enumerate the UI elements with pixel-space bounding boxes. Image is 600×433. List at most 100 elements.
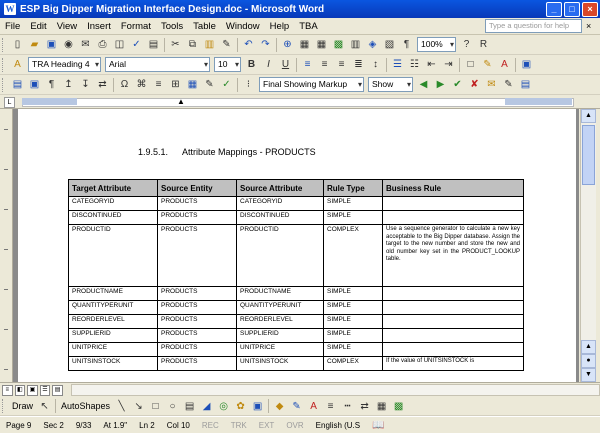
line-icon[interactable]: ╲: [114, 399, 129, 414]
cell-source-entity[interactable]: PRODUCTS: [157, 286, 237, 301]
copy-icon[interactable]: ⧉: [185, 37, 200, 52]
new-icon[interactable]: ▯: [10, 37, 25, 52]
read-icon[interactable]: R: [476, 37, 491, 52]
drawing-font-color-icon[interactable]: A: [306, 399, 321, 414]
cell-source-attribute[interactable]: QUANTITYPERUNIT: [236, 300, 324, 315]
outline-view-icon[interactable]: ☰: [39, 384, 51, 396]
vertical-scrollbar[interactable]: ▲ ▲ ● ▼: [580, 109, 596, 382]
reject-change-icon[interactable]: ✘: [467, 77, 482, 92]
word-app-icon[interactable]: W: [4, 3, 16, 15]
cell-rule-type[interactable]: SIMPLE: [323, 342, 383, 357]
cell-source-attribute[interactable]: UNITSINSTOCK: [236, 356, 324, 371]
scroll-up-icon[interactable]: ▲: [581, 109, 596, 123]
tables-borders-icon[interactable]: ▦: [297, 37, 312, 52]
outside-border-icon[interactable]: □: [463, 57, 478, 72]
cell-source-entity[interactable]: PRODUCTS: [157, 196, 237, 211]
cell-rule-type[interactable]: SIMPLE: [323, 314, 383, 329]
status-language[interactable]: English (U.S: [310, 421, 366, 430]
accept-check-icon[interactable]: ✓: [219, 77, 234, 92]
menu-table[interactable]: Table: [188, 21, 221, 32]
insert-comment-icon[interactable]: ✉: [484, 77, 499, 92]
arrow-style-icon[interactable]: ⇄: [357, 399, 372, 414]
cell-rule-type[interactable]: COMPLEX: [323, 224, 383, 287]
3d-style-icon[interactable]: ▩: [391, 399, 406, 414]
oval-icon[interactable]: ○: [165, 399, 180, 414]
line-color-icon[interactable]: ✎: [289, 399, 304, 414]
menu-help[interactable]: Help: [265, 21, 295, 32]
cell-target-attribute[interactable]: UNITPRICE: [68, 342, 158, 357]
cell-source-attribute[interactable]: DISCONTINUED: [236, 210, 324, 225]
cell-target-attribute[interactable]: UNITSINSTOCK: [68, 356, 158, 371]
cell-rule-type[interactable]: SIMPLE: [323, 286, 383, 301]
cell-target-attribute[interactable]: REORDERLEVEL: [68, 314, 158, 329]
font-size-combo[interactable]: 10: [214, 57, 241, 72]
cell-source-attribute[interactable]: UNITPRICE: [236, 342, 324, 357]
insert-table-icon[interactable]: ▦: [314, 37, 329, 52]
cell-source-entity[interactable]: PRODUCTS: [157, 314, 237, 329]
styles-icon[interactable]: A: [10, 57, 25, 72]
track-changes-icon[interactable]: ✎: [501, 77, 516, 92]
cell-source-entity[interactable]: PRODUCTS: [157, 300, 237, 315]
redo-icon[interactable]: ↷: [258, 37, 273, 52]
paste-icon[interactable]: ▥: [202, 37, 217, 52]
email-icon[interactable]: ✉: [78, 37, 93, 52]
show-menu[interactable]: Show: [368, 77, 413, 92]
table-icon[interactable]: ⊞: [168, 77, 183, 92]
next-change-icon[interactable]: ▶: [433, 77, 448, 92]
document-map-icon[interactable]: ▧: [382, 37, 397, 52]
rectangle-icon[interactable]: □: [148, 399, 163, 414]
menu-tools[interactable]: Tools: [156, 21, 188, 32]
toolbar-options-icon[interactable]: ▣: [519, 57, 534, 72]
highlight-icon[interactable]: ✎: [480, 57, 495, 72]
font-combo[interactable]: Arial: [105, 57, 210, 72]
status-trk[interactable]: TRK: [225, 421, 253, 430]
cell-source-attribute[interactable]: PRODUCTID: [236, 224, 324, 287]
maximize-button[interactable]: □: [564, 1, 580, 17]
toolbar-grip[interactable]: [2, 399, 6, 413]
markup-icon[interactable]: ▤: [10, 77, 25, 92]
zoom-combo[interactable]: 100%: [417, 37, 456, 52]
status-section[interactable]: Sec 2: [37, 421, 69, 430]
track-insert-icon[interactable]: ↥: [61, 77, 76, 92]
cell-rule-type[interactable]: SIMPLE: [323, 328, 383, 343]
status-ext[interactable]: EXT: [253, 421, 281, 430]
status-column[interactable]: Col 10: [161, 421, 196, 430]
text-box-icon[interactable]: ▤: [182, 399, 197, 414]
menu-view[interactable]: View: [52, 21, 82, 32]
arrow-icon[interactable]: ↘: [131, 399, 146, 414]
cell-business-rule[interactable]: [382, 328, 524, 343]
cell-source-attribute[interactable]: REORDERLEVEL: [236, 314, 324, 329]
research-icon[interactable]: ▤: [146, 37, 161, 52]
autoshapes-menu-button[interactable]: AutoShapes: [61, 401, 110, 411]
align-center-icon[interactable]: ≡: [317, 57, 332, 72]
align-left-icon[interactable]: ≡: [300, 57, 315, 72]
cell-business-rule[interactable]: [382, 196, 524, 211]
horizontal-scrollbar[interactable]: [70, 384, 600, 396]
bold-button[interactable]: B: [244, 57, 259, 72]
underline-button[interactable]: U: [278, 57, 293, 72]
cell-target-attribute[interactable]: PRODUCTNAME: [68, 286, 158, 301]
cell-source-entity[interactable]: PRODUCTS: [157, 356, 237, 371]
accept-change-icon[interactable]: ✔: [450, 77, 465, 92]
cell-source-entity[interactable]: PRODUCTS: [157, 224, 237, 287]
field-icon[interactable]: ⌘: [134, 77, 149, 92]
web-layout-icon[interactable]: ◧: [14, 384, 26, 396]
dash-style-icon[interactable]: ┅: [340, 399, 355, 414]
shadow-icon[interactable]: ▦: [374, 399, 389, 414]
menu-tba[interactable]: TBA: [294, 21, 322, 32]
toolbar-grip[interactable]: [2, 57, 6, 72]
close-document-button[interactable]: ×: [586, 21, 596, 31]
help-icon[interactable]: ?: [459, 37, 474, 52]
numbering-icon[interactable]: ☰: [390, 57, 405, 72]
next-page-icon[interactable]: ▼: [581, 368, 596, 382]
document-page[interactable]: 1.9.5.1. Attribute Mappings - PRODUCTS Ta…: [18, 109, 576, 382]
cell-source-entity[interactable]: PRODUCTS: [157, 210, 237, 225]
cell-source-attribute[interactable]: CATEGORYID: [236, 196, 324, 211]
status-page-of[interactable]: 9/33: [70, 421, 98, 430]
display-for-review-combo[interactable]: Final Showing Markup: [259, 77, 364, 92]
track-format-icon[interactable]: ¶: [44, 77, 59, 92]
font-color-icon[interactable]: A: [497, 57, 512, 72]
save-version-icon[interactable]: ▣: [27, 77, 42, 92]
cell-business-rule[interactable]: [382, 210, 524, 225]
format-painter-icon[interactable]: ✎: [219, 37, 234, 52]
